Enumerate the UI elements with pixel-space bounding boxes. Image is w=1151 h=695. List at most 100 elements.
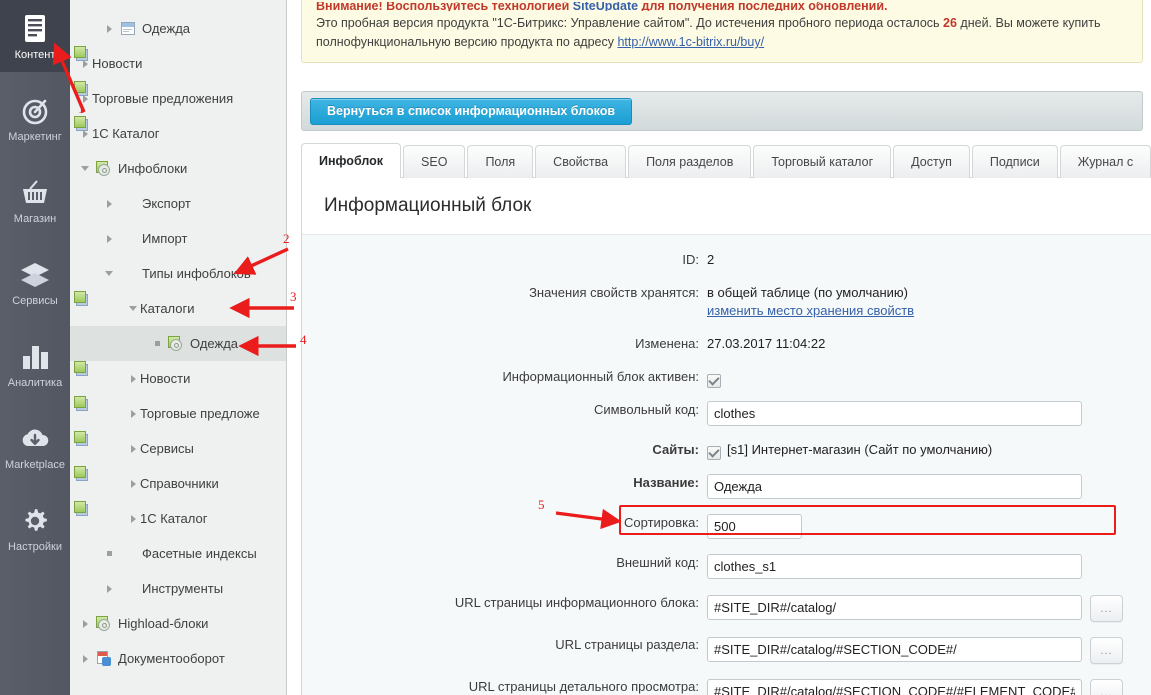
active-checkbox[interactable] [707,374,721,388]
tree-item-5[interactable]: Инфоблоки [70,151,286,186]
tree-item-label: Торговые предложе [140,406,260,422]
tree-item-7[interactable]: Импорт [70,221,286,256]
expand-arrow-icon[interactable] [126,480,140,488]
notice-trial-line: Это пробная версия продукта "1С-Битрикс:… [316,14,1128,52]
site-s1-label: [s1] Интернет-магазин (Сайт по умолчанию… [727,441,992,459]
tree-item-1[interactable]: Одежда [70,11,286,46]
tree-item-17[interactable]: Инструменты [70,571,286,606]
tree-item-11[interactable]: Новости [70,361,286,396]
tree-item-8[interactable]: Типы инфоблоков [70,256,286,291]
notice-update-line: Внимание! Воспользуйтесь технологией Sit… [316,2,1128,11]
iconbar-item-marketing[interactable]: Маркетинг [0,82,70,154]
no-icon [120,581,136,597]
sort-input[interactable] [707,514,802,539]
content-tree-sidebar[interactable]: КаталогиОдеждаНовостиТорговые предложени… [70,0,287,695]
tree-item-4[interactable]: 1С Каталог [70,116,286,151]
tree-item-0[interactable]: Каталоги [70,0,286,11]
iconbar-label: Контент [15,49,56,61]
tree-item-12[interactable]: Торговые предложе [70,396,286,431]
url-block-browse-button[interactable]: ... [1090,595,1123,622]
tree-item-label: Справочники [140,476,219,492]
tree-item-2[interactable]: Новости [70,46,286,81]
tree-item-label: Инструменты [142,581,223,597]
trial-notice-banner: Внимание! Воспользуйтесь технологией Sit… [301,0,1143,63]
tree-item-14[interactable]: Справочники [70,466,286,501]
tree-item-3[interactable]: Торговые предложения [70,81,286,116]
expand-arrow-icon[interactable] [78,655,92,663]
page-title: Информационный блок [302,178,1151,235]
form-tabs[interactable]: ИнфоблокSEOПоляСвойстваПоля разделовТорг… [301,143,1151,178]
url-block-input[interactable] [707,595,1082,620]
tree-item-16[interactable]: Фасетные индексы [70,536,286,571]
tab-6[interactable]: Доступ [893,145,970,178]
expand-arrow-icon[interactable] [126,375,140,383]
tab-2[interactable]: Поля [467,145,533,178]
folder-green-icon [74,396,90,412]
expand-arrow-icon[interactable] [126,515,140,523]
tree-item-19[interactable]: Документооборот [70,641,286,676]
tree-item-label: Экспорт [142,196,191,212]
url-detail-value: ... [707,674,1123,695]
tree-item-13[interactable]: Сервисы [70,431,286,466]
tree-item-label: Новости [92,56,142,72]
iconbar-item-content[interactable]: Контент [0,0,70,72]
collapse-arrow-icon[interactable] [78,166,92,171]
tree-item-9[interactable]: Каталоги [70,291,286,326]
row-active: Информационный блок активен: [302,364,1151,386]
no-icon [120,546,136,562]
tree-item-6[interactable]: Экспорт [70,186,286,221]
symbolic-code-input[interactable] [707,401,1082,426]
expand-arrow-icon[interactable] [102,235,116,243]
url-section-browse-button[interactable]: ... [1090,637,1123,664]
tab-1[interactable]: SEO [403,145,465,178]
url-section-input[interactable] [707,637,1082,662]
analytics-bars-icon [18,340,52,374]
tree-item-label: Каталоги [140,301,195,317]
collapse-arrow-icon[interactable] [126,306,140,311]
tab-7[interactable]: Подписи [972,145,1058,178]
tree-item-label: Документооборот [118,651,225,667]
tab-4[interactable]: Поля разделов [628,145,751,178]
iconbar-item-services[interactable]: Сервисы [0,246,70,318]
expand-arrow-icon[interactable] [102,200,116,208]
row-url-block: URL страницы информационного блока: ... [302,590,1151,621]
expand-arrow-icon[interactable] [102,585,116,593]
site-s1-checkbox[interactable] [707,446,721,460]
modified-value: 27.03.2017 11:04:22 [707,331,825,353]
expand-arrow-icon[interactable] [78,620,92,628]
tree-item-10[interactable]: Одежда [70,326,286,361]
iconbar-label: Маркетинг [8,131,61,143]
notice-trial-a: Это пробная версия продукта "1С-Битрикс:… [316,16,943,30]
tree-item-18[interactable]: Highload-блоки [70,606,286,641]
tree-item-label: Инфоблоки [118,161,187,177]
tree-list: КаталогиОдеждаНовостиТорговые предложени… [70,0,286,676]
back-to-infoblock-list-button[interactable]: Вернуться в список информационных блоков [310,98,632,125]
row-external-code: Внешний код: [302,550,1151,579]
expand-arrow-icon[interactable] [102,25,116,33]
row-modified: Изменена: 27.03.2017 11:04:22 [302,331,1151,353]
iconbar-item-marketplace[interactable]: Marketplace [0,410,70,482]
collapse-arrow-icon[interactable] [102,271,116,276]
modified-label: Изменена: [312,331,707,352]
expand-arrow-icon[interactable] [126,445,140,453]
tree-item-15[interactable]: 1С Каталог [70,501,286,536]
iconbar-item-analytics[interactable]: Аналитика [0,328,70,400]
buy-link[interactable]: http://www.1c-bitrix.ru/buy/ [617,35,764,49]
tab-8[interactable]: Журнал с [1060,145,1151,178]
tab-3[interactable]: Свойства [535,145,626,178]
tab-0[interactable]: Инфоблок [301,143,401,178]
siteupdate-link[interactable]: SiteUpdate [573,2,638,11]
folder-green-icon [74,81,90,97]
name-input[interactable] [707,474,1082,499]
iconbar-item-shop[interactable]: Магазин [0,164,70,236]
change-storage-link[interactable]: изменить место хранения свойств [707,303,914,318]
iconbar-item-settings[interactable]: Настройки [0,492,70,564]
url-detail-input[interactable] [707,679,1082,695]
tab-5[interactable]: Торговый каталог [753,145,891,178]
url-detail-browse-button[interactable]: ... [1090,679,1123,695]
expand-arrow-icon[interactable] [126,410,140,418]
no-icon [120,196,136,212]
name-label: Название: [312,470,707,491]
code-label: Символьный код: [312,397,707,418]
external-code-input[interactable] [707,554,1082,579]
